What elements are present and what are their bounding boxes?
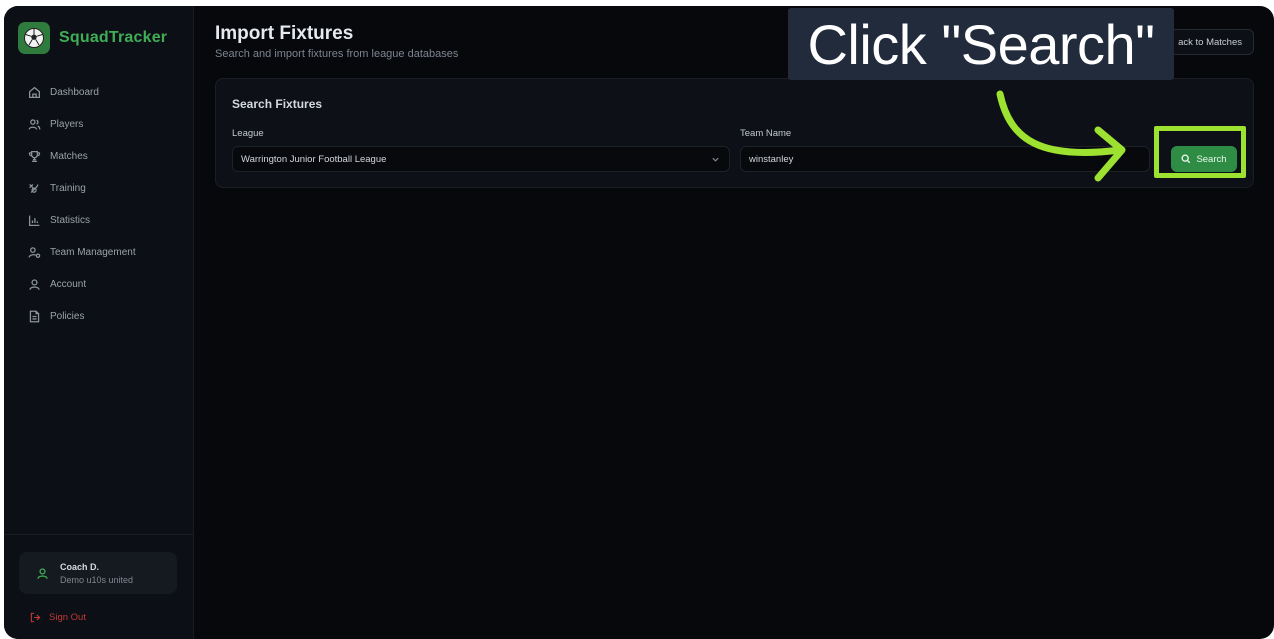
sidebar-item-training[interactable]: Training [28,172,136,204]
sidebar-item-label: Players [50,118,84,130]
sidebar-item-label: Team Management [50,246,136,258]
home-icon [28,86,41,98]
chevron-down-icon [712,157,719,162]
league-select[interactable]: Warrington Junior Football League [232,146,730,172]
sidebar-divider [4,534,194,535]
sidebar-item-matches[interactable]: Matches [28,140,136,172]
sidebar-item-label: Statistics [50,214,91,226]
league-select-value: Warrington Junior Football League [241,153,387,165]
brand[interactable]: SquadTracker [18,22,167,54]
training-icon [29,183,39,193]
sidebar-item-label: Matches [50,150,88,162]
document-icon [29,310,40,322]
users-icon [28,118,41,130]
sidebar-item-dashboard[interactable]: Dashboard [28,76,136,108]
user-card[interactable]: Coach D. Demo u10s united [19,552,177,594]
sidebar-item-account[interactable]: Account [28,268,136,300]
user-icon [37,567,48,579]
trophy-icon [28,150,41,162]
user-team: Demo u10s united [60,574,134,585]
brand-name: SquadTracker [59,29,168,46]
user-name: Coach D. [60,561,100,572]
user-icon [29,278,40,290]
page-title: Import Fixtures [215,23,354,44]
sidebar-item-players[interactable]: Players [28,108,136,140]
soccer-ball-icon [18,22,50,54]
sidebar-item-label: Dashboard [50,86,99,98]
page-subtitle: Search and import fixtures from league d… [215,48,459,60]
tutorial-callout: Click "Search" [788,8,1174,80]
user-cog-icon [28,246,41,258]
sidebar-item-label: Training [50,182,86,194]
team-name-value: winstanley [749,153,794,165]
arrow-icon [996,90,1126,182]
sidebar-item-team-management[interactable]: Team Management [28,236,136,268]
sign-out-icon [30,612,41,623]
sidebar-item-statistics[interactable]: Statistics [28,204,136,236]
sidebar: SquadTracker Dashboard Players Matches T… [4,6,194,639]
chart-icon [28,215,40,226]
sidebar-nav: Dashboard Players Matches Training Stati… [28,76,136,332]
sidebar-item-label: Account [50,278,87,290]
team-name-label: Team Name [740,128,792,139]
sidebar-item-policies[interactable]: Policies [28,300,136,332]
league-label: League [232,128,264,139]
search-highlight-box [1154,126,1246,178]
card-title: Search Fixtures [232,97,323,111]
sign-out-button[interactable]: Sign Out [30,612,86,623]
sidebar-item-label: Policies [50,310,85,322]
sign-out-label: Sign Out [49,612,86,623]
